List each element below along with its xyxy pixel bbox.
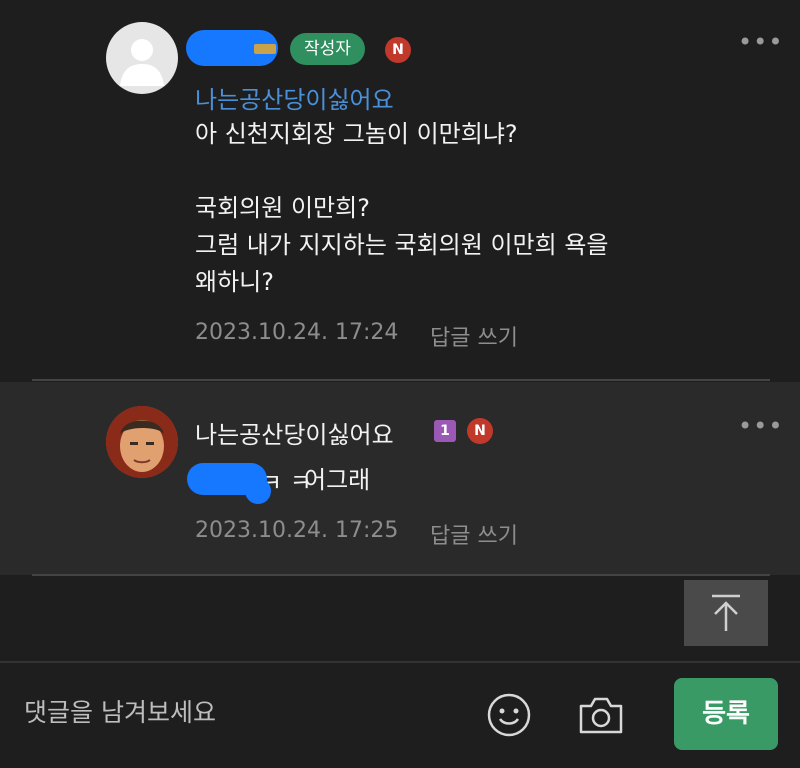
author-badge: 작성자 xyxy=(290,33,365,65)
reply-button[interactable]: 답글 쓰기 xyxy=(430,320,518,352)
comment-line: 그럼 내가 지지하는 국회의원 이만희 욕을 xyxy=(195,231,609,259)
default-avatar-icon xyxy=(120,39,164,86)
more-options-icon[interactable]: ••• xyxy=(738,30,783,54)
comment-item xyxy=(0,382,800,575)
comment-line xyxy=(195,153,609,190)
comment-timestamp: 2023.10.24. 17:25 xyxy=(195,518,399,543)
new-badge: N xyxy=(467,418,493,444)
divider xyxy=(32,574,770,576)
comment-text: 아 신천지회장 그놈이 이만희냐? 국회의원 이만희? 그럼 내가 지지하는 국… xyxy=(195,116,609,301)
comment-line: 왜하니? xyxy=(195,268,274,296)
comment-line: 국회의원 이만희? xyxy=(195,194,370,222)
new-badge: N xyxy=(385,37,411,63)
scroll-top-button[interactable] xyxy=(684,580,768,646)
arrow-up-icon xyxy=(712,594,740,631)
camera-button[interactable] xyxy=(577,692,625,738)
reply-button[interactable]: 답글 쓰기 xyxy=(430,518,518,550)
mention-link[interactable]: 나는공산당이싫어요 xyxy=(195,80,394,115)
more-options-icon[interactable]: ••• xyxy=(738,414,783,438)
rank-badge: 1 xyxy=(434,420,456,442)
profile-photo-icon xyxy=(106,406,178,478)
divider xyxy=(32,379,770,381)
comment-text: 어그래 xyxy=(304,466,371,494)
comment-input[interactable]: 댓글을 남겨보세요 xyxy=(24,693,216,729)
camera-icon xyxy=(579,697,623,734)
smiley-icon xyxy=(487,693,531,737)
comment-line: 아 신천지회장 그놈이 이만희냐? xyxy=(195,120,518,148)
comment-timestamp: 2023.10.24. 17:24 xyxy=(195,320,399,345)
submit-button[interactable]: 등록 xyxy=(674,678,778,750)
redacted-author-mark xyxy=(254,44,276,54)
author-name[interactable]: 나는공산당이싫어요 xyxy=(195,415,394,450)
avatar[interactable] xyxy=(106,22,178,94)
avatar[interactable] xyxy=(106,406,178,478)
emoji-button[interactable] xyxy=(486,692,532,738)
redacted-mention-tail xyxy=(245,478,271,504)
